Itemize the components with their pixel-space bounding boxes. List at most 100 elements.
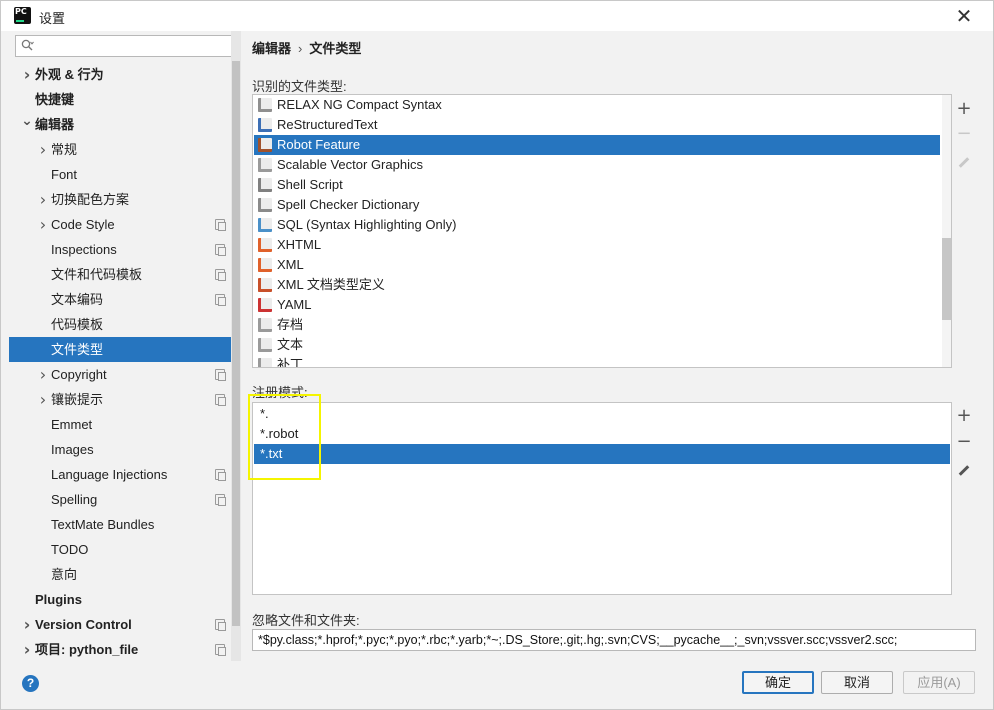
sidebar-item-color-scheme[interactable]: › 切换配色方案 [9,187,231,212]
file-type-label: Robot Feature [277,137,361,152]
ok-button[interactable]: 确定 [742,671,814,694]
sidebar-item-copyright[interactable]: › Copyright [9,362,231,387]
file-type-label: 补丁 [277,357,304,368]
sidebar-item-file-templates[interactable]: 文件和代码模板 [9,262,231,287]
sidebar-item-label: Spelling [51,492,98,507]
chevron-right-icon[interactable]: › [37,362,49,387]
chevron-right-icon[interactable]: › [37,187,49,212]
search-input[interactable] [15,35,235,57]
file-type-label: Shell Script [277,177,343,192]
file-type-row[interactable]: Robot Feature [254,135,940,155]
relaxng-file-icon [258,98,272,112]
file-type-row[interactable]: Spell Checker Dictionary [254,195,940,215]
archive-file-icon [258,318,272,332]
file-type-row[interactable]: YAML [254,295,940,315]
pattern-row[interactable]: *. [254,404,950,424]
remove-file-type-button[interactable]: − [952,122,976,146]
breadcrumb-parent[interactable]: 编辑器 [252,41,291,56]
sidebar-item-keymap[interactable]: 快捷键 [9,87,231,112]
edit-pattern-button[interactable] [952,455,976,479]
sidebar-item-label: Code Style [51,217,115,232]
file-type-row[interactable]: 存档 [254,315,940,335]
sidebar-item-live-templates[interactable]: 代码模板 [9,312,231,337]
project-level-icon [215,469,226,481]
close-icon[interactable]: ✕ [953,5,975,27]
file-type-row[interactable]: Shell Script [254,175,940,195]
sidebar-item-inlay-hints[interactable]: › 镶嵌提示 [9,387,231,412]
file-type-row[interactable]: SQL (Syntax Highlighting Only) [254,215,940,235]
shell-script-icon [258,178,272,192]
file-type-row[interactable]: XHTML [254,235,940,255]
sidebar-item-file-types[interactable]: 文件类型 [9,337,231,362]
file-type-label: Spell Checker Dictionary [277,197,420,212]
chevron-right-icon[interactable]: › [21,62,33,87]
file-types-scrollbar-thumb[interactable] [942,238,951,320]
ignore-files-label: 忽略文件和文件夹: [252,613,360,628]
file-types-scrollbar[interactable] [942,95,951,367]
sidebar-item-inspections[interactable]: Inspections [9,237,231,262]
file-types-toolbar: + − [952,97,976,177]
pencil-icon [958,157,970,168]
sidebar-item-emmet[interactable]: Emmet [9,412,231,437]
recognized-file-types-list[interactable]: RELAX NG Compact Syntax ReStructuredText R… [252,94,952,368]
sidebar-item-spelling[interactable]: Spelling [9,487,231,512]
chevron-right-icon[interactable]: › [37,137,49,162]
pattern-row[interactable]: *.robot [254,424,950,444]
cancel-button[interactable]: 取消 [821,671,893,694]
sidebar-scrollbar-thumb[interactable] [232,61,240,626]
file-type-row[interactable]: ReStructuredText [254,115,940,135]
sidebar-item-intentions[interactable]: 意向 [9,562,231,587]
chevron-right-icon[interactable]: › [21,612,33,637]
project-level-icon [215,394,226,406]
sidebar-item-label: 快捷键 [35,92,75,107]
sidebar-item-file-encodings[interactable]: 文本编码 [9,287,231,312]
sidebar-item-label: 切换配色方案 [51,192,130,207]
pycharm-logo-icon: PC [14,7,31,24]
remove-pattern-button[interactable]: − [952,430,976,454]
sidebar-item-label: 意向 [51,567,78,582]
chevron-right-icon[interactable]: › [37,387,49,412]
sidebar-item-font[interactable]: Font [9,162,231,187]
svg-file-icon [258,158,272,172]
file-type-row[interactable]: 补丁 [254,355,940,368]
sidebar-item-general[interactable]: › 常规 [9,137,231,162]
sidebar-item-todo[interactable]: TODO [9,537,231,562]
apply-button[interactable]: 应用(A) [903,671,975,694]
add-pattern-button[interactable]: + [952,404,976,428]
sidebar-item-project[interactable]: › 项目: python_file [9,637,231,662]
chevron-right-icon[interactable]: › [37,212,49,237]
chevron-down-icon[interactable]: ⌄ [21,112,33,137]
chevron-right-icon[interactable]: › [21,637,33,662]
sidebar-item-editor[interactable]: ⌄ 编辑器 [9,112,231,137]
sidebar-item-images[interactable]: Images [9,437,231,462]
sidebar-item-label: Inspections [51,242,117,257]
sidebar-item-appearance[interactable]: › 外观 & 行为 [9,62,231,87]
file-type-row[interactable]: XML [254,255,940,275]
dtd-file-icon [258,278,272,292]
sidebar-item-code-style[interactable]: › Code Style [9,212,231,237]
file-type-row[interactable]: Scalable Vector Graphics [254,155,940,175]
sidebar-item-version-control[interactable]: › Version Control [9,612,231,637]
xml-file-icon [258,258,272,272]
sidebar-item-plugins[interactable]: Plugins [9,587,231,612]
yaml-file-icon [258,298,272,312]
help-icon[interactable]: ? [22,675,39,692]
add-file-type-button[interactable]: + [952,97,976,121]
settings-window: PC 设置 ✕ › 外观 & 行为 快捷键 ⌄ 编辑器 › 常规 Font › 切换配色方案 › Co… [0,0,994,710]
breadcrumb-current: 文件类型 [309,41,362,56]
pattern-row[interactable]: *.txt [254,444,950,464]
project-level-icon [215,269,226,281]
project-level-icon [215,494,226,506]
file-type-row[interactable]: 文本 [254,335,940,355]
sidebar-item-label: TextMate Bundles [51,517,155,532]
edit-file-type-button[interactable] [952,147,976,171]
registered-patterns-list[interactable]: *. *.robot *.txt [252,402,952,595]
file-type-label: XHTML [277,237,322,252]
sidebar-item-language-injections[interactable]: Language Injections [9,462,231,487]
patterns-toolbar: + − [952,404,976,484]
ignore-files-input[interactable]: *$py.class;*.hprof;*.pyc;*.pyo;*.rbc;*.y… [252,629,976,651]
sidebar-scrollbar[interactable] [231,31,241,661]
sidebar-item-textmate-bundles[interactable]: TextMate Bundles [9,512,231,537]
file-type-row[interactable]: RELAX NG Compact Syntax [254,95,940,115]
file-type-row[interactable]: XML 文档类型定义 [254,275,940,295]
